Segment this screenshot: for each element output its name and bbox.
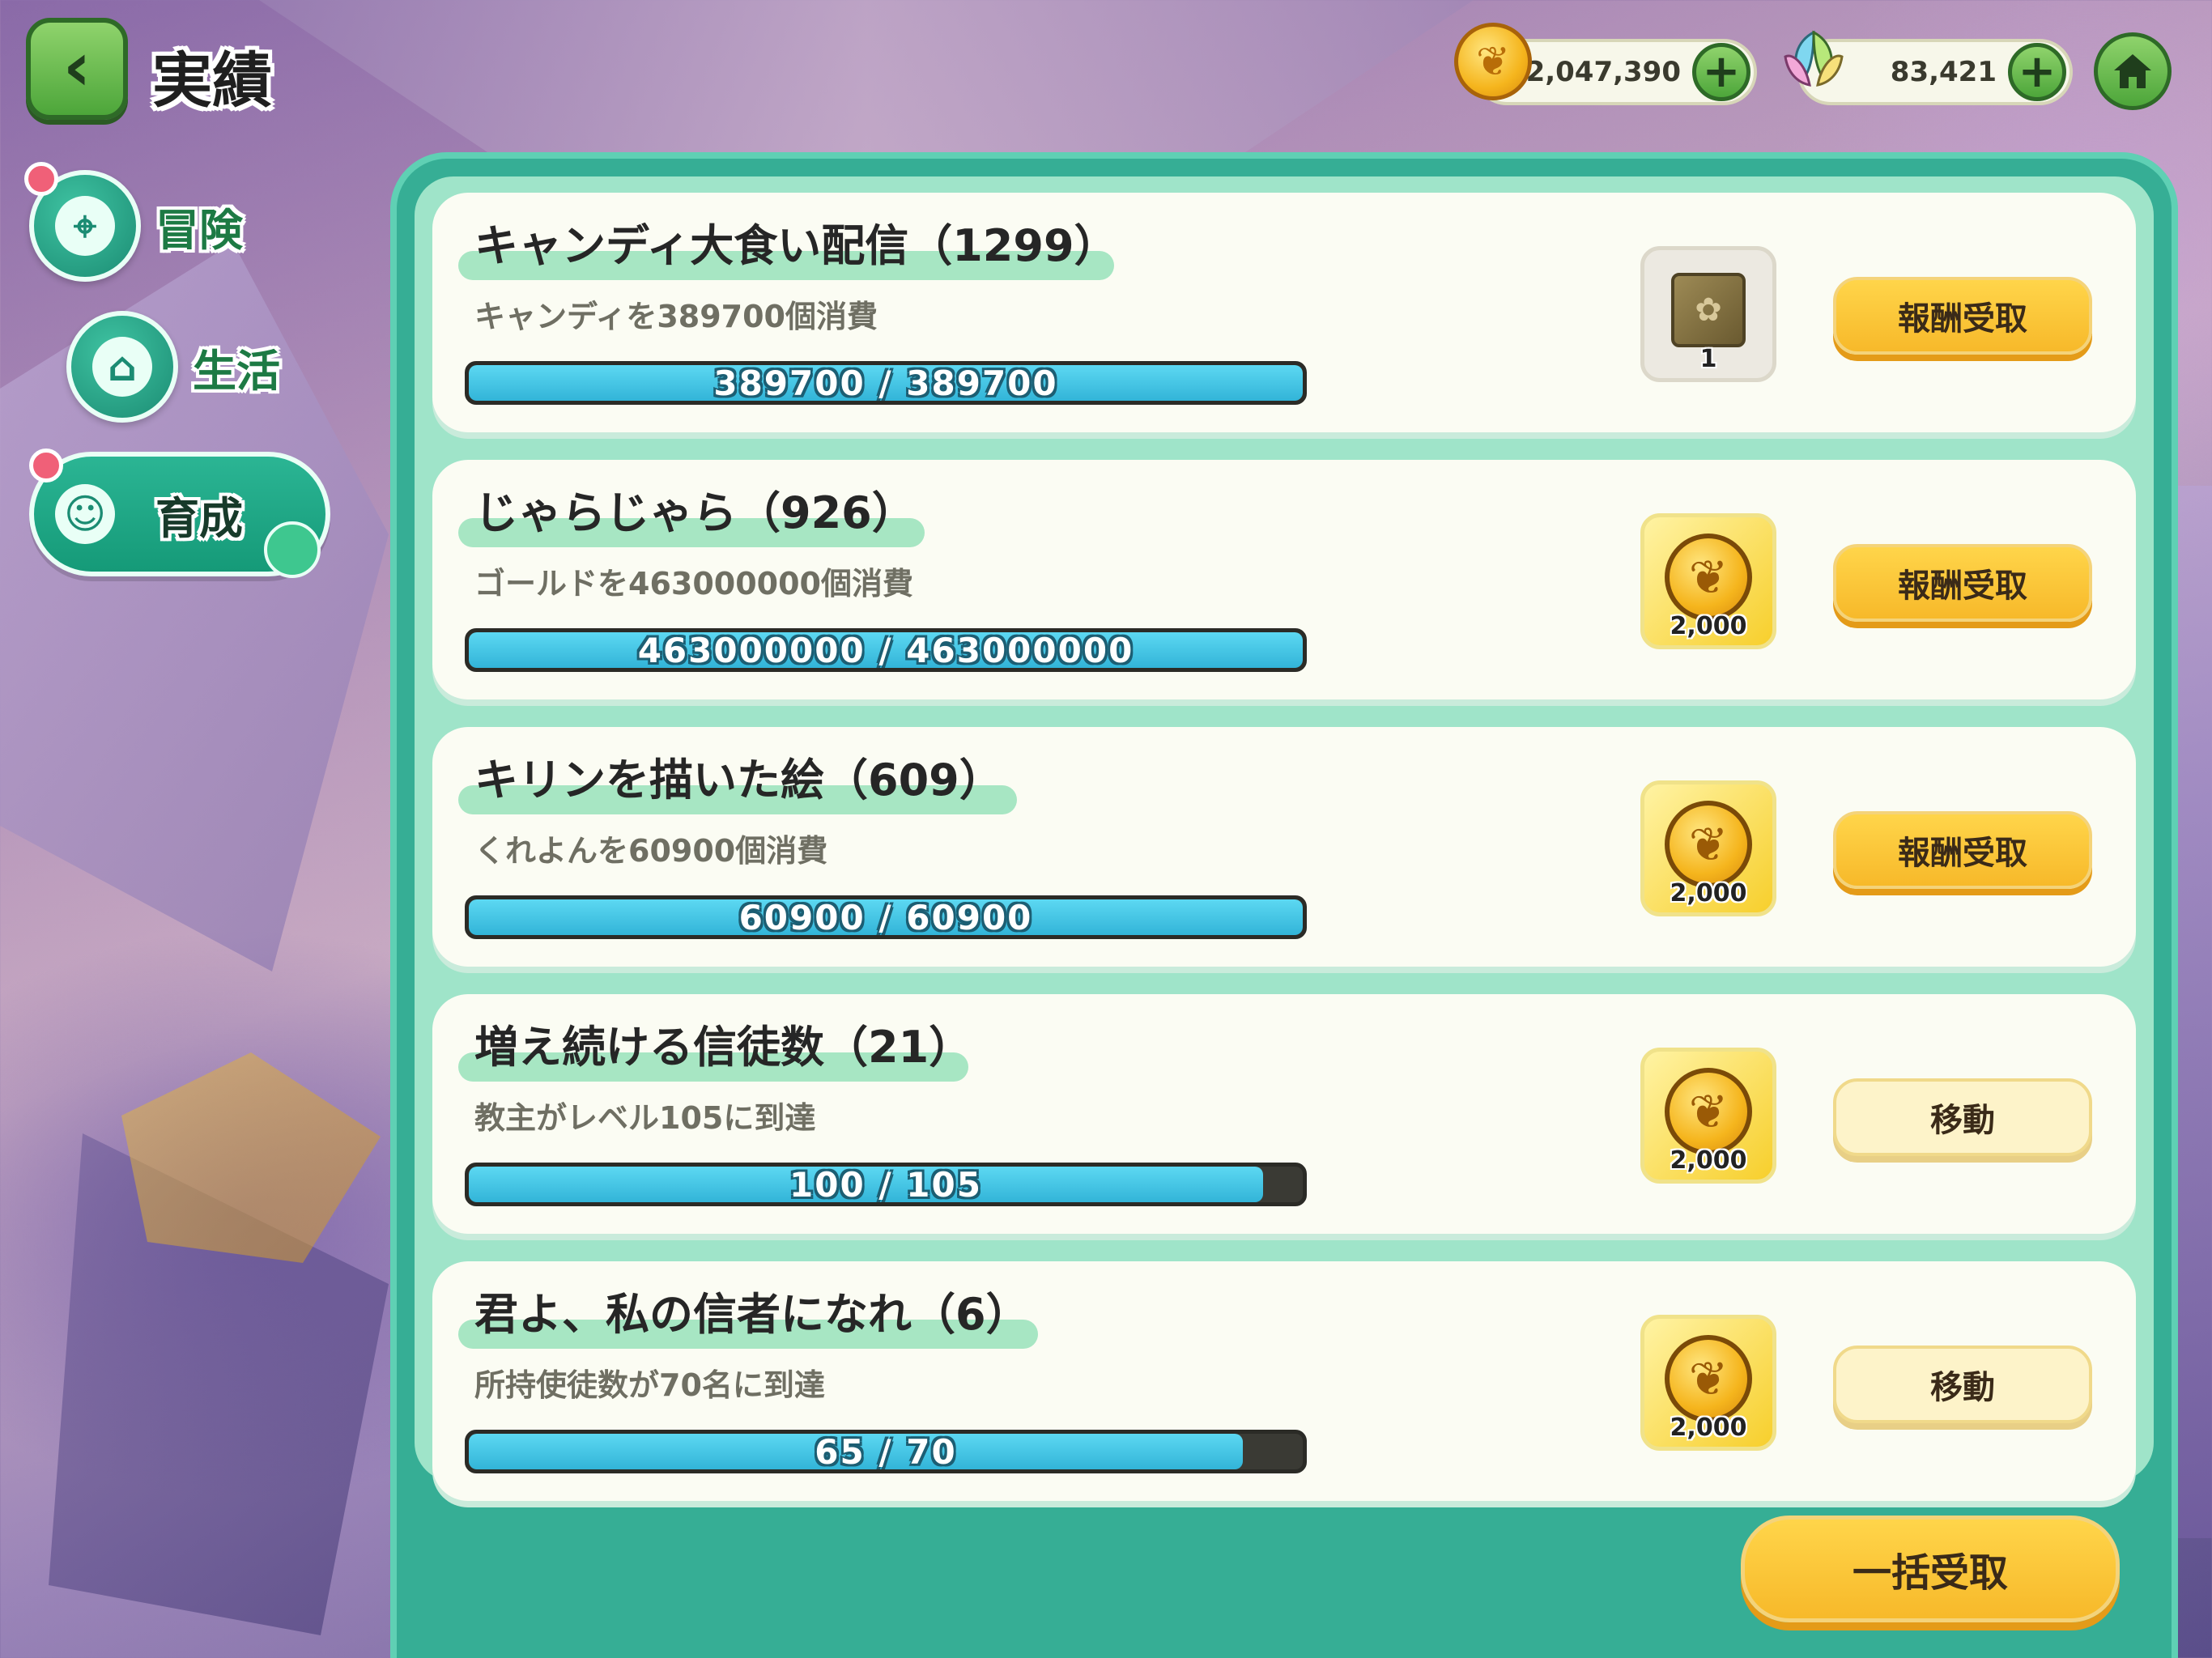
reward-quantity: 2,000 bbox=[1670, 612, 1747, 640]
card-title-wrap: キリンを描いた絵（609） bbox=[458, 743, 1017, 818]
reward-item[interactable]: ❦ 2,000 bbox=[1640, 1315, 1776, 1451]
character-icon: ☺ bbox=[55, 484, 115, 544]
background-crystal bbox=[259, 0, 1474, 162]
achievement-title: キリンを描いた絵（609） bbox=[474, 755, 1003, 806]
move-button[interactable]: 移動 bbox=[1833, 1346, 2092, 1423]
progress-text: 389700 / 389700 bbox=[713, 363, 1058, 403]
reward-quantity: 2,000 bbox=[1670, 879, 1747, 908]
notification-badge bbox=[29, 449, 63, 483]
home-button[interactable] bbox=[2094, 32, 2172, 110]
progress-text: 65 / 70 bbox=[815, 1431, 957, 1472]
card-title-wrap: 君よ、私の信者になれ（6） bbox=[458, 1278, 1038, 1352]
achievement-card: 君よ、私の信者になれ（6） 所持使徒数が70名に到達 65 / 70 ❦ 2,0… bbox=[432, 1261, 2136, 1501]
reward-quantity: 1 bbox=[1699, 345, 1717, 373]
progress-text: 463000000 / 463000000 bbox=[637, 630, 1134, 670]
claim-reward-button[interactable]: 報酬受取 bbox=[1833, 544, 2092, 622]
achievement-card: 増え続ける信徒数（21） 教主がレベル105に到達 100 / 105 ❦ 2,… bbox=[432, 994, 2136, 1234]
leaf-gem-icon bbox=[1784, 30, 1844, 87]
progress-text: 100 / 105 bbox=[789, 1164, 982, 1205]
progress-bar: 100 / 105 bbox=[465, 1163, 1307, 1206]
chevron-left-icon: ‹ bbox=[62, 27, 91, 106]
achievement-description: 所持使徒数が70名に到達 bbox=[474, 1367, 825, 1403]
achievement-description: キャンディを389700個消費 bbox=[474, 299, 878, 334]
back-button[interactable]: ‹ bbox=[26, 18, 128, 120]
achievement-card: キリンを描いた絵（609） くれよんを60900個消費 60900 / 6090… bbox=[432, 727, 2136, 967]
claim-reward-button[interactable]: 報酬受取 bbox=[1833, 811, 2092, 889]
nav-label: 冒険 bbox=[155, 204, 243, 256]
achievement-description: くれよんを60900個消費 bbox=[474, 833, 828, 869]
nav-item-training[interactable]: ☺ 育成 bbox=[29, 449, 330, 578]
achievement-list[interactable]: キャンディ大食い配信（1299） キャンディを389700個消費 389700 … bbox=[415, 176, 2154, 1501]
achievement-card: キャンディ大食い配信（1299） キャンディを389700個消費 389700 … bbox=[432, 193, 2136, 432]
achievements-panel: キャンディ大食い配信（1299） キャンディを389700個消費 389700 … bbox=[390, 152, 2178, 1658]
reward-item[interactable]: ❦ 2,000 bbox=[1640, 513, 1776, 649]
achievement-title: キャンディ大食い配信（1299） bbox=[474, 220, 1118, 271]
gem-amount: 83,421 bbox=[1890, 56, 1997, 88]
add-gold-button[interactable]: + bbox=[1692, 43, 1750, 101]
home-icon bbox=[2114, 54, 2151, 88]
nav-label: 育成 bbox=[155, 492, 243, 544]
page-title: 実績 bbox=[152, 46, 272, 116]
gold-amount: 2,047,390 bbox=[1525, 56, 1681, 88]
reward-item[interactable]: ❦ 2,000 bbox=[1640, 780, 1776, 916]
book-icon: ✿ bbox=[1671, 273, 1746, 347]
compass-icon: ⌖ bbox=[55, 196, 115, 256]
reward-quantity: 2,000 bbox=[1670, 1414, 1747, 1442]
progress-bar: 463000000 / 463000000 bbox=[465, 628, 1307, 672]
nav-item-adventure[interactable]: ⌖ 冒険 bbox=[24, 162, 243, 282]
house-icon: ⌂ bbox=[92, 337, 152, 397]
achievement-card: じゃらじゃら（926） ゴールドを463000000個消費 463000000 … bbox=[432, 460, 2136, 699]
achievement-description: 教主がレベル105に到達 bbox=[474, 1100, 816, 1136]
nav-circle: ⌂ bbox=[66, 311, 178, 423]
achievement-title: じゃらじゃら（926） bbox=[474, 487, 916, 538]
progress-text: 60900 / 60900 bbox=[738, 897, 1033, 937]
leaf-icon bbox=[264, 521, 321, 578]
reward-quantity: 2,000 bbox=[1670, 1146, 1747, 1175]
achievement-title: 君よ、私の信者になれ（6） bbox=[474, 1289, 1030, 1340]
achievement-title: 増え続ける信徒数（21） bbox=[474, 1022, 973, 1073]
reward-item[interactable]: ✿ 1 bbox=[1640, 246, 1776, 382]
nav-label: 生活 bbox=[193, 345, 280, 397]
progress-bar: 60900 / 60900 bbox=[465, 895, 1307, 939]
card-title-wrap: じゃらじゃら（926） bbox=[458, 476, 925, 551]
reward-item[interactable]: ❦ 2,000 bbox=[1640, 1048, 1776, 1184]
gold-coin-icon: ❦ bbox=[1665, 1068, 1752, 1155]
gold-coin-icon: ❦ bbox=[1454, 23, 1532, 100]
bulk-claim-button[interactable]: 一括受取 bbox=[1741, 1516, 2120, 1622]
gold-coin-icon: ❦ bbox=[1665, 1335, 1752, 1422]
background-crystal bbox=[121, 1052, 381, 1263]
card-title-wrap: 増え続ける信徒数（21） bbox=[458, 1010, 972, 1085]
card-title-wrap: キャンディ大食い配信（1299） bbox=[458, 209, 1118, 283]
gold-coin-icon: ❦ bbox=[1665, 801, 1752, 888]
progress-bar: 65 / 70 bbox=[465, 1430, 1307, 1473]
achievement-description: ゴールドを463000000個消費 bbox=[474, 566, 913, 602]
gold-coin-icon: ❦ bbox=[1665, 534, 1752, 621]
move-button[interactable]: 移動 bbox=[1833, 1078, 2092, 1156]
nav-item-life[interactable]: ⌂ 生活 bbox=[66, 311, 280, 423]
notification-badge bbox=[24, 162, 58, 196]
progress-bar: 389700 / 389700 bbox=[465, 361, 1307, 405]
add-gem-button[interactable]: + bbox=[2008, 43, 2066, 101]
claim-reward-button[interactable]: 報酬受取 bbox=[1833, 277, 2092, 355]
